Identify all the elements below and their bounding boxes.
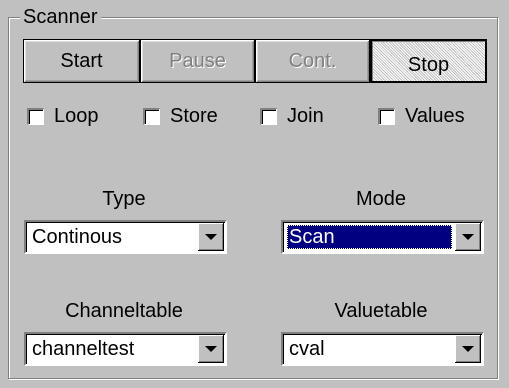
channeltable-dropdown-button[interactable] (198, 335, 224, 363)
channeltable-label: Channeltable (65, 300, 183, 322)
stop-button[interactable]: Stop (370, 39, 487, 83)
values-checkbox-label: Values (405, 105, 465, 127)
join-checkbox-label: Join (287, 105, 324, 127)
scanner-panel: Scanner Start Pause Cont. Stop Loop Stor… (0, 0, 509, 388)
channeltable-select[interactable]: channeltest (24, 332, 227, 366)
store-checkbox-box[interactable] (143, 107, 160, 125)
chevron-down-icon (204, 345, 217, 352)
chevron-down-icon (461, 233, 474, 240)
store-checkbox[interactable]: Store (143, 105, 218, 127)
type-label: Type (102, 188, 146, 210)
chevron-down-icon (461, 345, 474, 352)
mode-select[interactable]: Scan (281, 220, 484, 254)
channeltable-select-value: channeltest (32, 338, 135, 360)
loop-checkbox-box[interactable] (27, 107, 44, 125)
type-select[interactable]: Continous (24, 220, 227, 254)
pause-button-label: Pause (169, 49, 226, 72)
values-checkbox[interactable]: Values (378, 105, 465, 127)
valuetable-select-value: cval (289, 338, 325, 360)
cont-button[interactable]: Cont. (255, 39, 370, 83)
chevron-down-icon (204, 233, 217, 240)
join-checkbox[interactable]: Join (260, 105, 324, 127)
stop-button-label: Stop (407, 53, 450, 76)
start-button-label: Start (60, 49, 103, 72)
start-button[interactable]: Start (23, 39, 140, 83)
cont-button-label: Cont. (288, 49, 337, 72)
mode-select-value: Scan (287, 225, 452, 249)
type-dropdown-button[interactable] (198, 223, 224, 251)
valuetable-label: Valuetable (334, 300, 428, 322)
store-checkbox-label: Store (170, 105, 218, 127)
values-checkbox-box[interactable] (378, 107, 395, 125)
mode-label: Mode (355, 188, 407, 210)
pause-button[interactable]: Pause (140, 39, 255, 83)
loop-checkbox[interactable]: Loop (27, 105, 99, 127)
join-checkbox-box[interactable] (260, 107, 277, 125)
mode-dropdown-button[interactable] (455, 223, 481, 251)
type-select-value: Continous (32, 226, 123, 248)
loop-checkbox-label: Loop (54, 105, 99, 127)
group-title: Scanner (20, 6, 101, 28)
valuetable-dropdown-button[interactable] (455, 335, 481, 363)
valuetable-select[interactable]: cval (281, 332, 484, 366)
